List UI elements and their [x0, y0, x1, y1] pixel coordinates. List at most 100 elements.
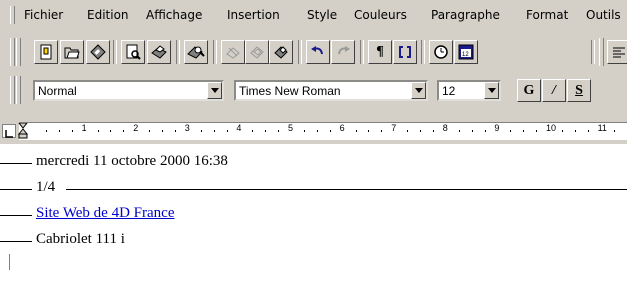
application-chrome: Fichier Edition Affichage Insertion Styl…: [0, 0, 627, 144]
ruler-number: 8: [442, 123, 448, 133]
menu-edition[interactable]: Edition: [87, 8, 129, 22]
ruler-tick: [574, 130, 576, 132]
ruler-number: 3: [184, 123, 190, 133]
ruler-number: 10: [546, 123, 557, 133]
date-time-field: mercredi 11 octobre 2000 16:38: [36, 153, 228, 169]
text-cursor-margin: [9, 254, 10, 270]
website-link[interactable]: Site Web de 4D France: [36, 205, 174, 222]
ruler-tick: [355, 130, 357, 132]
brackets-icon: [399, 46, 411, 58]
undo-arrow-icon: [311, 46, 323, 55]
toolbar-separator: [360, 40, 364, 64]
ruler-number: 1: [81, 123, 87, 133]
ruler-tick: [226, 130, 228, 132]
menu-affichage[interactable]: Affichage: [146, 8, 202, 22]
format-grip[interactable]: [10, 76, 15, 104]
ruler-tick: [420, 130, 421, 132]
toolbar-separator: [213, 40, 217, 64]
chevron-down-icon: [414, 88, 423, 93]
bold-button[interactable]: G: [517, 79, 541, 102]
print-preview-icon: [126, 44, 141, 60]
underline-button[interactable]: S: [567, 79, 591, 102]
format-grip-2: [16, 76, 21, 104]
fields-button[interactable]: [393, 40, 417, 64]
pilcrow-icon: ¶: [376, 44, 384, 59]
toolbar-separator: [176, 40, 180, 64]
ruler-tick: [523, 130, 525, 132]
menu-style[interactable]: Style: [307, 8, 337, 22]
align-left-icon: [613, 47, 625, 58]
undo-button[interactable]: [306, 40, 330, 64]
print-button[interactable]: [147, 40, 171, 64]
toolbar-separator: [421, 40, 425, 64]
copy-button[interactable]: [245, 40, 269, 64]
menu-fichier[interactable]: Fichier: [24, 8, 63, 22]
ruler-tick: [45, 130, 47, 132]
redo-button[interactable]: [331, 40, 355, 64]
style-dropdown-button[interactable]: [207, 82, 222, 99]
field-rule: [0, 189, 32, 190]
ruler[interactable]: 1 2 3 4 5 6 7 8 9 10 11: [0, 116, 627, 144]
font-dropdown-button[interactable]: [411, 82, 426, 99]
ruler-tick: [71, 130, 73, 132]
toolbar-separator: [298, 40, 302, 64]
font-value: Times New Roman: [239, 84, 341, 98]
document-area[interactable]: mercredi 11 octobre 2000 16:38 1/4 Site …: [0, 144, 627, 283]
ruler-tick: [407, 130, 409, 132]
menu-outils[interactable]: Outils: [586, 8, 621, 22]
ruler-number: 2: [133, 123, 139, 133]
paste-button[interactable]: [269, 40, 293, 64]
print-preview-button[interactable]: [121, 40, 145, 64]
open-folder-icon: [64, 47, 80, 59]
svg-text:12: 12: [462, 52, 469, 58]
indent-marker-icon[interactable]: [18, 123, 30, 139]
ruler-tick: [58, 130, 60, 132]
ruler-number: 6: [339, 123, 345, 133]
copy-icon: [250, 46, 264, 59]
chevron-down-icon: [210, 88, 219, 93]
scissors-icon: [226, 47, 240, 59]
insert-time-button[interactable]: [429, 40, 453, 64]
menu-couleurs[interactable]: Couleurs: [354, 8, 407, 22]
spell-check-icon: [187, 46, 205, 59]
style-combobox[interactable]: Normal: [33, 80, 224, 101]
ruler-tick: [316, 130, 318, 132]
size-dropdown-button[interactable]: [484, 82, 499, 99]
ruler-tick: [278, 130, 280, 132]
menu-format[interactable]: Format: [526, 8, 568, 22]
toolbar-separator: [591, 40, 595, 64]
toolbar-separator: [113, 40, 117, 64]
page-number-field: 1/4: [36, 179, 56, 195]
field-rule: [66, 189, 627, 190]
ruler-tick: [213, 130, 215, 132]
new-document-button[interactable]: [34, 40, 58, 64]
menu-paragraphe[interactable]: Paragraphe: [431, 8, 500, 22]
italic-button[interactable]: /: [542, 79, 566, 102]
insert-date-button[interactable]: 12: [454, 40, 478, 64]
paragraph-marks-button[interactable]: ¶: [368, 40, 392, 64]
save-disk-button[interactable]: [86, 40, 110, 64]
ruler-tick: [97, 130, 99, 132]
ruler-scale: 1 2 3 4 5 6 7 8 9 10 11: [18, 122, 627, 140]
font-size-combobox[interactable]: 12: [437, 80, 501, 101]
field-rule: [0, 241, 32, 242]
field-rule: [0, 163, 32, 164]
ruler-tick: [458, 130, 460, 132]
spell-check-button[interactable]: [184, 40, 208, 64]
align-left-button[interactable]: [607, 40, 627, 64]
open-folder-button[interactable]: [60, 40, 84, 64]
toolbar2-grip[interactable]: [599, 38, 604, 66]
ruler-tick: [510, 130, 512, 132]
ruler-tick: [368, 130, 370, 132]
ruler-tick: [613, 130, 615, 132]
style-value: Normal: [38, 84, 77, 98]
toolbar-grip[interactable]: [10, 38, 15, 66]
paste-clipboard-icon: [274, 46, 288, 59]
font-combobox[interactable]: Times New Roman: [234, 80, 428, 101]
ruler-tick: [484, 130, 486, 132]
menubar-grip[interactable]: [10, 6, 15, 24]
tab-selector[interactable]: [2, 124, 16, 138]
ruler-tick: [536, 130, 538, 132]
menu-insertion[interactable]: Insertion: [227, 8, 280, 22]
cut-button[interactable]: [221, 40, 245, 64]
